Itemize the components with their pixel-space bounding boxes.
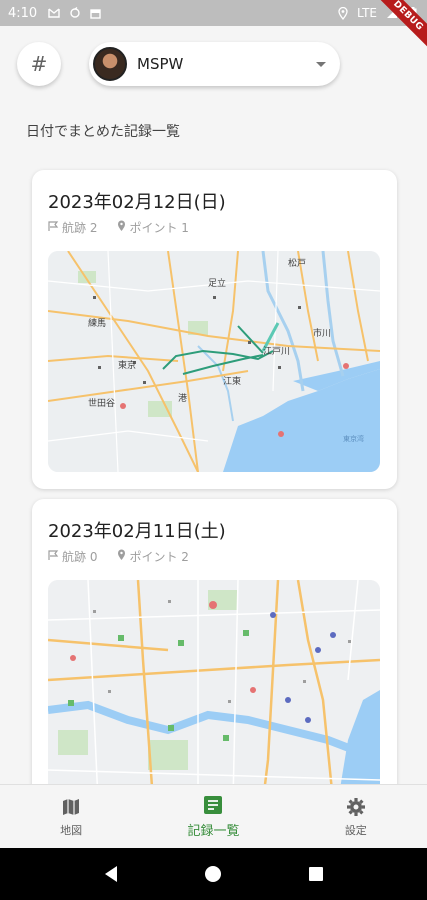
calendar-icon [89,7,102,20]
record-card[interactable]: 2023年02月11日(土) 航跡 0 ポイント 2 [32,499,397,799]
bottom-nav: 地図 記録一覧 設定 [0,784,427,848]
map-label: 江東 [223,375,241,387]
card-meta: 航跡 0 ポイント 2 [48,548,189,565]
sync-icon [68,7,81,20]
card-date: 2023年02月12日(日) [48,192,226,213]
recents-icon[interactable] [306,864,326,884]
status-bar: 4:10 LTE DEBUG [0,0,427,51]
card-meta: 航跡 2 ポイント 1 [48,219,189,236]
card-date: 2023年02月11日(土) [48,521,226,542]
nav-map[interactable]: 地図 [0,785,142,848]
gear-icon [345,796,367,818]
map-icon [60,796,82,818]
nav-settings-label: 設定 [344,823,367,837]
track-count: 航跡 0 [62,550,98,564]
map-label: 江戸川 [263,346,290,357]
nav-records[interactable]: 記録一覧 [142,785,284,848]
avatar [93,47,127,81]
map-label: 松戸 [288,257,306,269]
map-image: 東京 江東 江戸川 足立 練馬 港 世田谷 市川 松戸 東京湾 [48,251,380,472]
chevron-down-icon [316,61,326,67]
point-count: ポイント 1 [129,221,189,235]
map-label: 市川 [313,327,331,339]
account-name: MSPW [137,55,184,73]
list-icon [202,794,224,816]
hash-icon: # [30,52,48,76]
location-icon [336,6,349,20]
network-label: LTE [357,6,377,20]
record-card[interactable]: 2023年02月12日(日) 航跡 2 ポイント 1 東京 江東 江戸川 足立 … [32,170,397,489]
map-image [48,580,380,799]
nav-map-label: 地図 [60,823,83,837]
flag-icon [48,550,59,563]
pin-icon [117,549,126,564]
account-dropdown[interactable]: MSPW [89,42,340,86]
section-title: 日付でまとめた記録一覧 [26,124,180,140]
nav-records-label: 記録一覧 [187,824,240,839]
nav-settings[interactable]: 設定 [285,785,427,848]
gmail-icon [47,7,60,20]
map-label: 港 [178,392,187,404]
map-thumbnail[interactable] [48,580,380,799]
home-icon[interactable] [203,864,223,884]
system-nav-bar [0,848,427,900]
map-label: 世田谷 [88,397,115,409]
status-time: 4:10 [8,5,38,21]
map-label: 東京湾 [343,434,364,443]
pin-icon [117,220,126,235]
track-count: 航跡 2 [62,221,98,235]
back-icon[interactable] [101,864,121,884]
map-label: 練馬 [88,317,106,329]
map-label: 足立 [208,277,226,289]
flag-icon [48,221,59,234]
point-count: ポイント 2 [129,550,189,564]
map-label: 東京 [118,359,136,371]
tag-filter-button[interactable]: # [17,42,61,86]
map-thumbnail[interactable]: 東京 江東 江戸川 足立 練馬 港 世田谷 市川 松戸 東京湾 [48,251,380,472]
